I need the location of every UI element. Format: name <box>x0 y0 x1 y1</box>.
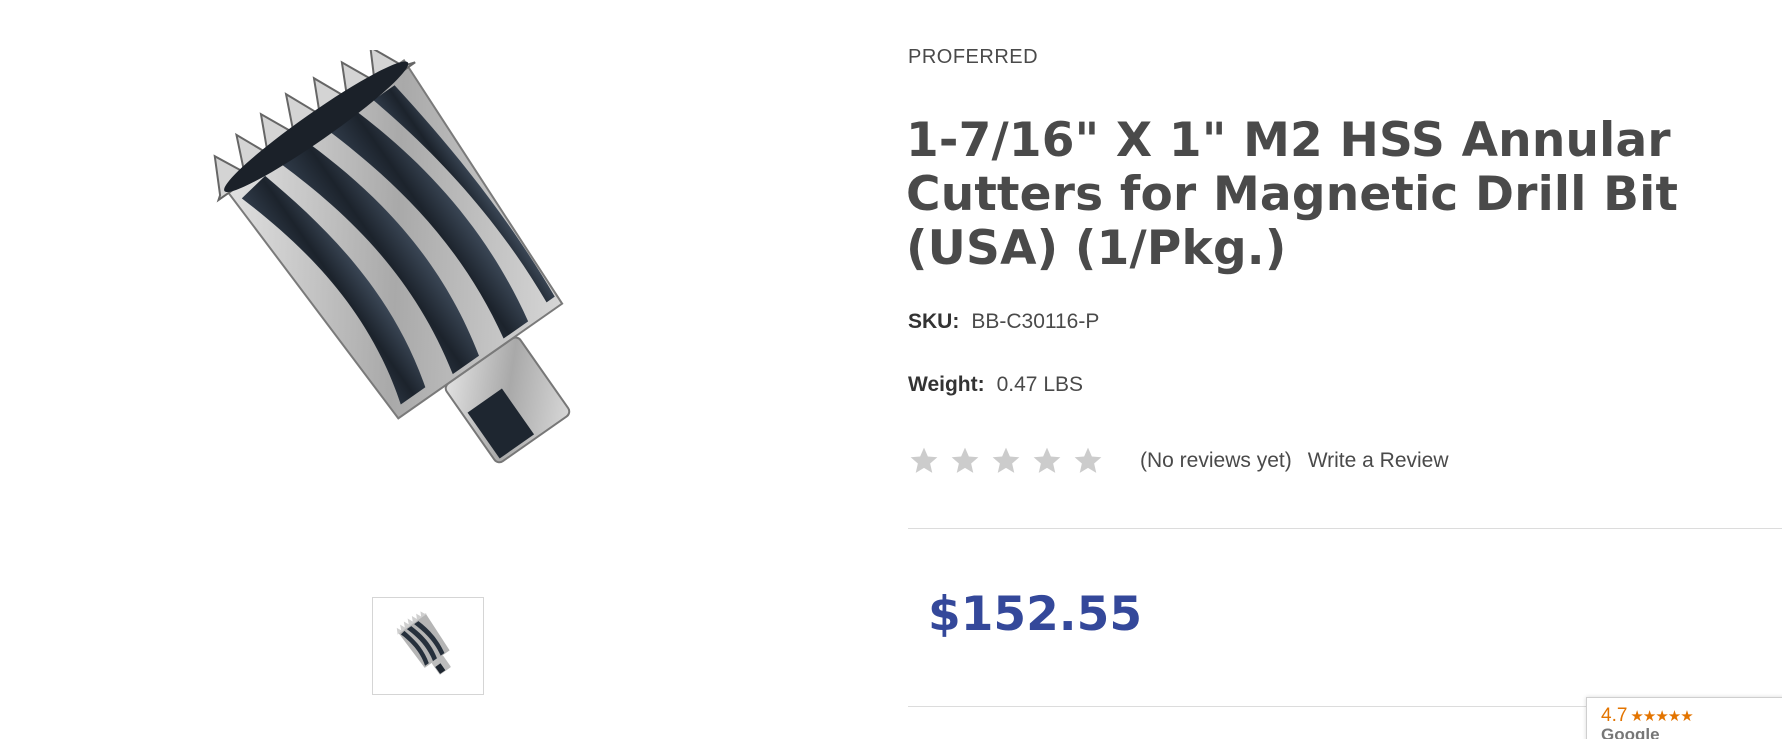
write-review-link[interactable]: Write a Review <box>1308 449 1449 473</box>
google-logo-text: Google <box>1601 725 1660 739</box>
product-brand[interactable]: PROFERRED <box>908 46 1038 69</box>
star-empty-icon <box>992 447 1020 473</box>
product-thumbnail[interactable] <box>372 597 484 695</box>
annular-cutter-thumbnail-icon <box>396 611 451 675</box>
google-rating-badge[interactable]: 4.7 ★★★★★ Google <box>1586 697 1782 739</box>
sku-value: BB-C30116-P <box>971 310 1100 333</box>
star-empty-icon <box>1033 447 1061 473</box>
weight-label: Weight: <box>908 373 985 396</box>
star-empty-icon <box>951 447 979 473</box>
sku-row: SKU: BB-C30116-P <box>908 310 1099 334</box>
google-rating-stars-icon: ★★★★★ <box>1630 708 1693 725</box>
star-empty-icon <box>1074 447 1102 473</box>
no-reviews-text: (No reviews yet) <box>1140 449 1292 472</box>
annular-cutter-image <box>213 45 571 464</box>
google-rating-value: 4.7 <box>1601 705 1628 726</box>
star-empty-icon <box>910 447 938 473</box>
product-page: PROFERRED 1-7/16" X 1" M2 HSS Annular Cu… <box>0 0 1782 739</box>
divider <box>908 528 1782 529</box>
rating-row: (No reviews yet) Write a Review <box>908 441 1449 481</box>
product-main-image[interactable] <box>190 45 650 500</box>
sku-label: SKU: <box>908 310 960 333</box>
weight-value: 0.47 LBS <box>996 373 1084 396</box>
rating-stars <box>908 445 1104 477</box>
google-rating-line: 4.7 ★★★★★ <box>1601 705 1782 727</box>
product-price: $152.55 <box>928 587 1143 642</box>
weight-row: Weight: 0.47 LBS <box>908 373 1083 397</box>
product-title: 1-7/16" X 1" M2 HSS Annular Cutters for … <box>906 113 1679 276</box>
